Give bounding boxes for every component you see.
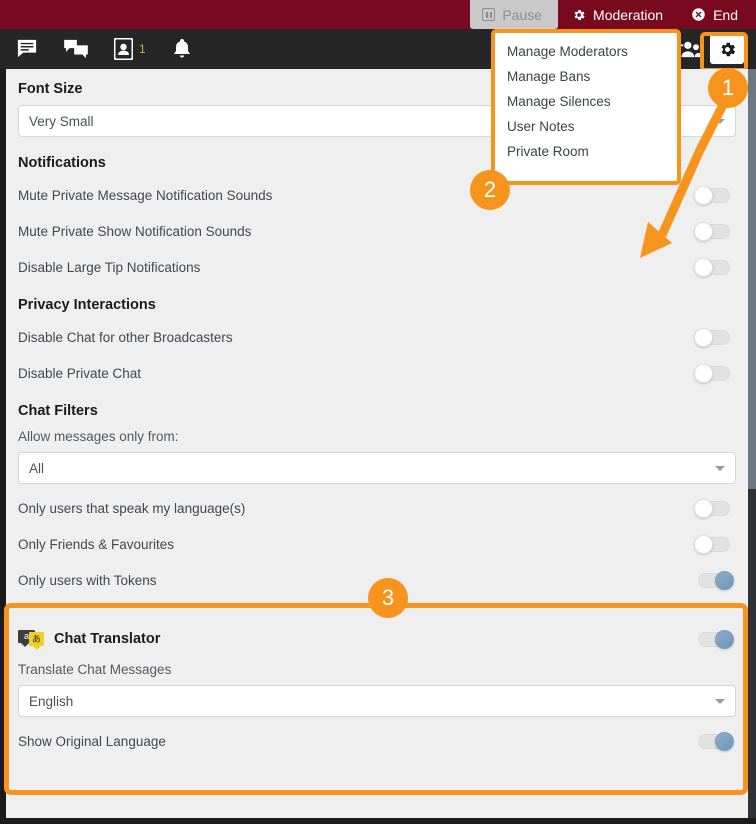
user-card-icon [114,38,133,60]
translate-icon-target-glyph: あ [29,631,44,650]
chat-message-icon [17,39,37,58]
gear-icon [574,9,585,20]
setting-label: Mute Private Message Notification Sounds [18,187,273,203]
setting-label: Disable Large Tip Notifications [18,259,201,275]
scrollbar-thumb[interactable] [748,69,756,489]
allow-messages-label: Allow messages only from: [18,429,179,444]
chat-message-button[interactable] [16,39,38,59]
settings-screen: Pause Moderation End 1 Font Size Very Sm… [0,0,756,824]
end-button[interactable]: End [677,0,756,29]
setting-label: Disable Private Chat [18,365,142,381]
menu-item-manage-bans[interactable]: Manage Bans [495,64,677,89]
menu-item-manage-moderators[interactable]: Manage Moderators [495,39,677,64]
setting-label: Mute Private Show Notification Sounds [18,223,252,239]
translator-language-select[interactable]: English [18,685,736,717]
translate-chat-messages-label: Translate Chat Messages [18,662,172,677]
pause-icon [482,8,496,21]
setting-label: Only users with Tokens [18,572,157,588]
chat-translator-toggle[interactable] [694,630,734,649]
setting-row: Only users that speak my language(s) [6,490,748,526]
chat-translator-heading: Chat Translator [54,631,161,647]
setting-label: Only Friends & Favourites [18,536,175,552]
menu-item-manage-silences[interactable]: Manage Silences [495,89,677,114]
privacy-heading: Privacy Interactions [18,297,156,313]
setting-label: Only users that speak my language(s) [18,500,246,516]
pause-button-label: Pause [502,6,543,23]
user-card-button[interactable]: 1 [114,38,146,60]
chevron-down-icon [715,118,725,124]
setting-row: Mute Private Show Notification Sounds [6,213,748,249]
only-my-languages-toggle[interactable] [694,499,734,518]
translate-icon: a あ [18,629,44,650]
chat-translator-header: a あ Chat Translator [6,620,748,658]
close-circle-icon [692,8,705,21]
settings-gear-button[interactable] [710,34,744,64]
menu-item-user-notes[interactable]: User Notes [495,114,677,139]
broadcast-topbar: Pause Moderation End [0,0,756,29]
moderation-dropdown-menu: Manage Moderators Manage Bans Manage Sil… [491,29,681,185]
chevron-down-icon [715,698,725,704]
moderation-button-label: Moderation [593,6,664,23]
allow-messages-value: All [29,460,45,476]
chat-filters-heading: Chat Filters [18,403,98,419]
allow-messages-select[interactable]: All [18,452,736,484]
conversations-button[interactable] [64,39,88,59]
setting-label: Show Original Language [18,733,166,749]
translator-language-value: English [29,693,74,709]
chevron-down-icon [715,465,725,471]
mute-private-message-sounds-toggle[interactable] [694,186,734,205]
user-count-badge: 1 [139,42,146,56]
setting-row: Show Original Language [6,723,748,759]
panel-bottom-edge [0,818,756,824]
conversations-icon [64,39,88,59]
disable-large-tip-notifications-toggle[interactable] [694,258,734,277]
setting-label: Disable Chat for other Broadcasters [18,329,233,345]
panel-left-edge [0,69,6,824]
setting-row: Disable Private Chat [6,355,748,391]
annotation-badge-2: 2 [470,170,510,210]
end-button-label: End [713,6,738,23]
moderation-button[interactable]: Moderation [558,0,678,29]
annotation-badge-1: 1 [708,68,748,108]
notifications-bell-icon [173,39,190,58]
menu-item-private-room[interactable]: Private Room [495,139,677,164]
show-original-language-toggle[interactable] [694,732,734,751]
disable-chat-other-broadcasters-toggle[interactable] [694,328,734,347]
setting-row: Only Friends & Favourites [6,526,748,562]
pause-button[interactable]: Pause [470,0,559,29]
disable-private-chat-toggle[interactable] [694,364,734,383]
settings-gear-icon [720,42,735,56]
annotation-badge-3: 3 [368,578,408,618]
setting-row: Disable Large Tip Notifications [6,249,748,285]
setting-row: Disable Chat for other Broadcasters [6,319,748,355]
only-friends-favourites-toggle[interactable] [694,535,734,554]
notifications-button[interactable] [172,38,192,60]
only-users-with-tokens-toggle[interactable] [694,571,734,590]
mute-private-show-sounds-toggle[interactable] [694,222,734,241]
